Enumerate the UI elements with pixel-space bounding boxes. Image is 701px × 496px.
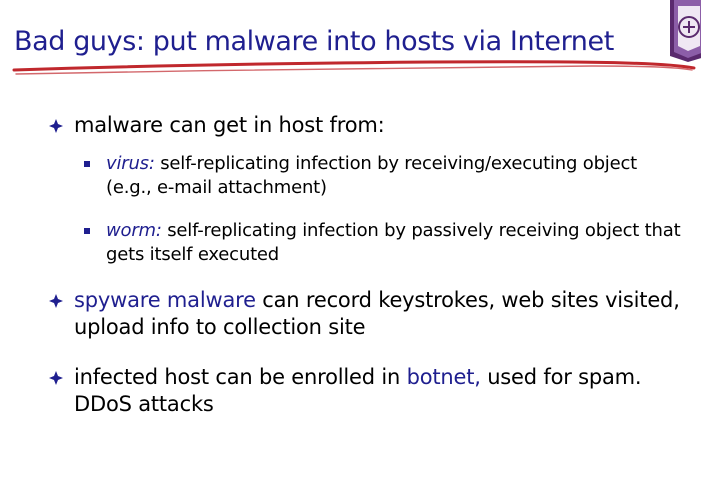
slide-title: Bad guys: put malware into hosts via Int… — [14, 26, 614, 57]
term-spyware: spyware malware — [74, 288, 256, 312]
term-botnet: botnet, — [406, 365, 481, 389]
title-underline — [12, 60, 696, 75]
botnet-text-before: infected host can be enrolled in — [74, 365, 407, 389]
sub-bullet-text: virus: self-replicating infection by rec… — [106, 152, 684, 200]
university-crest-icon — [670, 0, 701, 62]
term-worm: worm: — [106, 220, 162, 241]
diamond-bullet-icon — [49, 119, 63, 133]
bullet-spyware: spyware malware can record keystrokes, w… — [49, 287, 689, 341]
square-bullet-icon — [84, 228, 90, 234]
diamond-bullet-icon — [49, 294, 63, 308]
sub-bullet-virus: virus: self-replicating infection by rec… — [84, 152, 684, 200]
virus-description: self-replicating infection by receiving/… — [106, 153, 638, 198]
bullet-text: infected host can be enrolled in botnet,… — [74, 364, 689, 418]
sub-bullet-text: worm: self-replicating infection by pass… — [106, 219, 684, 267]
bullet-botnet: infected host can be enrolled in botnet,… — [49, 364, 689, 418]
sub-bullet-worm: worm: self-replicating infection by pass… — [84, 219, 684, 267]
bullet-text: malware can get in host from: — [74, 113, 385, 137]
bullet-malware-sources: malware can get in host from: — [49, 112, 689, 139]
worm-description: self-replicating infection by passively … — [106, 220, 681, 265]
diamond-bullet-icon — [49, 371, 63, 385]
term-virus: virus: — [106, 153, 155, 174]
square-bullet-icon — [84, 161, 90, 167]
slide: Bad guys: put malware into hosts via Int… — [0, 0, 701, 496]
bullet-text: spyware malware can record keystrokes, w… — [74, 287, 689, 341]
